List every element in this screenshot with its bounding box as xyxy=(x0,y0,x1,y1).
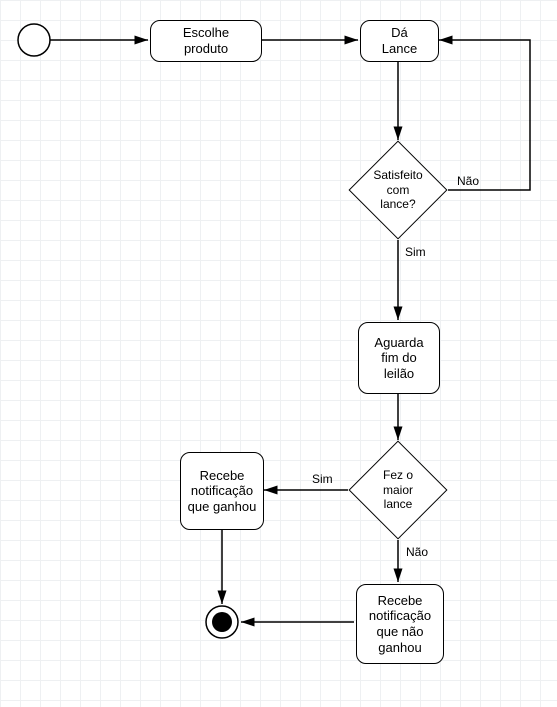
label-highest-yes: Sim xyxy=(310,472,335,486)
task-choose-product[interactable]: Escolheproduto xyxy=(150,20,262,62)
task-notify-won-label: Recebenotificaçãoque ganhou xyxy=(188,468,257,515)
task-place-bid[interactable]: DáLance xyxy=(360,20,439,62)
gateway-satisfied[interactable]: Satisfeitocomlance? xyxy=(363,155,433,225)
gateway-highest-bid-label: Fez omaior lance xyxy=(363,468,433,511)
edge-satisfied-no xyxy=(439,40,530,190)
bpmn-canvas: Escolheproduto DáLance Satisfeitocomlanc… xyxy=(0,0,557,707)
connectors-layer xyxy=(0,0,557,707)
task-choose-product-label: Escolheproduto xyxy=(183,25,229,56)
task-wait-end[interactable]: Aguardafim doleilão xyxy=(358,322,440,394)
gateway-highest-bid[interactable]: Fez omaior lance xyxy=(363,455,433,525)
task-wait-end-label: Aguardafim doleilão xyxy=(374,335,423,382)
task-notify-lost[interactable]: Recebenotificaçãoque nãoganhou xyxy=(356,584,444,664)
gateway-satisfied-label: Satisfeitocomlance? xyxy=(367,168,428,211)
task-notify-lost-label: Recebenotificaçãoque nãoganhou xyxy=(369,593,431,655)
label-satisfied-yes: Sim xyxy=(403,245,428,259)
task-notify-won[interactable]: Recebenotificaçãoque ganhou xyxy=(180,452,264,530)
start-event[interactable] xyxy=(18,24,50,56)
task-place-bid-label: DáLance xyxy=(382,25,417,56)
label-satisfied-no: Não xyxy=(455,174,481,188)
end-event[interactable] xyxy=(206,606,238,638)
label-highest-no: Não xyxy=(404,545,430,559)
